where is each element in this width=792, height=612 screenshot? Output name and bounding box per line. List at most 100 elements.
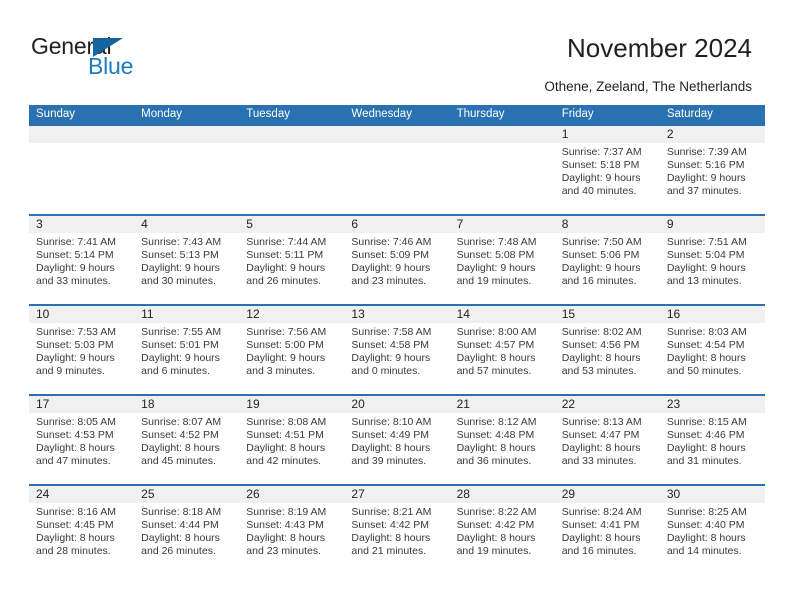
day-detail: Sunrise: 8:08 AM Sunset: 4:51 PM Dayligh… bbox=[246, 416, 340, 468]
calendar-day-cell[interactable] bbox=[344, 126, 449, 214]
daylight-text: Daylight: 8 hours and 16 minutes. bbox=[561, 532, 641, 557]
sunrise-text: Sunrise: 8:18 AM bbox=[141, 506, 222, 518]
sunset-text: Sunset: 5:09 PM bbox=[351, 249, 430, 261]
day-number: 24 bbox=[36, 487, 50, 501]
day-detail: Sunrise: 8:12 AM Sunset: 4:48 PM Dayligh… bbox=[457, 416, 551, 468]
weekday-header-friday: Friday bbox=[561, 108, 594, 120]
daylight-text: Daylight: 8 hours and 45 minutes. bbox=[141, 442, 220, 467]
sunset-text: Sunset: 4:42 PM bbox=[351, 519, 430, 531]
day-detail: Sunrise: 8:22 AM Sunset: 4:42 PM Dayligh… bbox=[457, 506, 551, 558]
calendar-day-cell[interactable]: 2 Sunrise: 7:39 AM Sunset: 5:16 PM Dayli… bbox=[660, 126, 765, 214]
calendar-day-cell[interactable]: 14 Sunrise: 8:00 AM Sunset: 4:57 PM Dayl… bbox=[450, 306, 555, 394]
day-detail: Sunrise: 7:58 AM Sunset: 4:58 PM Dayligh… bbox=[351, 326, 445, 378]
daylight-text: Daylight: 9 hours and 26 minutes. bbox=[246, 262, 326, 287]
sunrise-text: Sunrise: 8:07 AM bbox=[141, 416, 222, 428]
day-detail: Sunrise: 8:10 AM Sunset: 4:49 PM Dayligh… bbox=[351, 416, 445, 468]
calendar-day-cell[interactable]: 24 Sunrise: 8:16 AM Sunset: 4:45 PM Dayl… bbox=[29, 486, 134, 574]
sunset-text: Sunset: 4:57 PM bbox=[456, 339, 535, 351]
day-number: 29 bbox=[561, 487, 576, 501]
page-subtitle: Othene, Zeeland, The Netherlands bbox=[544, 79, 752, 94]
day-detail: Sunrise: 8:05 AM Sunset: 4:53 PM Dayligh… bbox=[36, 416, 130, 468]
day-number: 21 bbox=[456, 397, 470, 411]
daylight-text: Daylight: 9 hours and 37 minutes. bbox=[666, 172, 746, 197]
day-number: 19 bbox=[246, 397, 260, 411]
daylight-text: Daylight: 9 hours and 40 minutes. bbox=[561, 172, 641, 197]
calendar-day-cell[interactable]: 21 Sunrise: 8:12 AM Sunset: 4:48 PM Dayl… bbox=[450, 396, 555, 484]
daylight-text: Daylight: 8 hours and 21 minutes. bbox=[351, 532, 431, 557]
day-number: 26 bbox=[246, 487, 260, 501]
day-number: 4 bbox=[141, 217, 148, 231]
calendar-day-cell[interactable]: 6 Sunrise: 7:46 AM Sunset: 5:09 PM Dayli… bbox=[344, 216, 449, 304]
calendar-day-cell[interactable]: 29 Sunrise: 8:24 AM Sunset: 4:41 PM Dayl… bbox=[555, 486, 660, 574]
daylight-text: Daylight: 8 hours and 53 minutes. bbox=[561, 352, 641, 377]
calendar-day-cell[interactable]: 17 Sunrise: 8:05 AM Sunset: 4:53 PM Dayl… bbox=[29, 396, 134, 484]
day-number: 28 bbox=[456, 487, 470, 501]
daylight-text: Daylight: 9 hours and 23 minutes. bbox=[351, 262, 431, 287]
weekday-header-saturday: Saturday bbox=[666, 108, 713, 120]
calendar-day-cell[interactable]: 8 Sunrise: 7:50 AM Sunset: 5:06 PM Dayli… bbox=[555, 216, 660, 304]
calendar-day-cell[interactable]: 22 Sunrise: 8:13 AM Sunset: 4:47 PM Dayl… bbox=[555, 396, 660, 484]
calendar-day-cell[interactable]: 26 Sunrise: 8:19 AM Sunset: 4:43 PM Dayl… bbox=[239, 486, 344, 574]
daylight-text: Daylight: 9 hours and 9 minutes. bbox=[36, 352, 115, 377]
calendar-day-cell[interactable]: 9 Sunrise: 7:51 AM Sunset: 5:04 PM Dayli… bbox=[660, 216, 765, 304]
sunrise-text: Sunrise: 8:10 AM bbox=[351, 416, 432, 428]
calendar-day-cell[interactable]: 23 Sunrise: 8:15 AM Sunset: 4:46 PM Dayl… bbox=[660, 396, 765, 484]
calendar-day-cell[interactable]: 19 Sunrise: 8:08 AM Sunset: 4:51 PM Dayl… bbox=[239, 396, 344, 484]
day-detail: Sunrise: 8:21 AM Sunset: 4:42 PM Dayligh… bbox=[351, 506, 445, 558]
calendar-week-row: 1 Sunrise: 7:37 AM Sunset: 5:18 PM Dayli… bbox=[29, 124, 765, 214]
calendar-day-cell[interactable]: 16 Sunrise: 8:03 AM Sunset: 4:54 PM Dayl… bbox=[660, 306, 765, 394]
day-number bbox=[351, 126, 445, 143]
daylight-text: Daylight: 8 hours and 28 minutes. bbox=[36, 532, 115, 557]
calendar-day-cell[interactable]: 25 Sunrise: 8:18 AM Sunset: 4:44 PM Dayl… bbox=[134, 486, 239, 574]
sunset-text: Sunset: 4:53 PM bbox=[36, 429, 114, 441]
sunrise-text: Sunrise: 8:24 AM bbox=[561, 506, 642, 518]
calendar-day-cell[interactable]: 5 Sunrise: 7:44 AM Sunset: 5:11 PM Dayli… bbox=[239, 216, 344, 304]
calendar-day-cell[interactable]: 12 Sunrise: 7:56 AM Sunset: 5:00 PM Dayl… bbox=[239, 306, 344, 394]
day-detail: Sunrise: 7:51 AM Sunset: 5:04 PM Dayligh… bbox=[667, 236, 761, 288]
calendar-page: General Blue November 2024 Othene, Zeela… bbox=[0, 0, 792, 612]
calendar-day-cell[interactable]: 30 Sunrise: 8:25 AM Sunset: 4:40 PM Dayl… bbox=[660, 486, 765, 574]
calendar-day-cell[interactable]: 15 Sunrise: 8:02 AM Sunset: 4:56 PM Dayl… bbox=[555, 306, 660, 394]
calendar-day-cell[interactable] bbox=[450, 126, 555, 214]
calendar-day-cell[interactable]: 13 Sunrise: 7:58 AM Sunset: 4:58 PM Dayl… bbox=[344, 306, 449, 394]
sunrise-text: Sunrise: 8:22 AM bbox=[456, 506, 537, 518]
calendar-day-cell[interactable]: 18 Sunrise: 8:07 AM Sunset: 4:52 PM Dayl… bbox=[134, 396, 239, 484]
calendar-day-cell[interactable] bbox=[29, 126, 134, 214]
calendar-day-cell[interactable]: 10 Sunrise: 7:53 AM Sunset: 5:03 PM Dayl… bbox=[29, 306, 134, 394]
sunrise-text: Sunrise: 8:19 AM bbox=[246, 506, 327, 518]
sunset-text: Sunset: 4:58 PM bbox=[351, 339, 430, 351]
sunset-text: Sunset: 4:48 PM bbox=[456, 429, 535, 441]
sunset-text: Sunset: 4:43 PM bbox=[246, 519, 324, 531]
sunset-text: Sunset: 4:54 PM bbox=[666, 339, 745, 351]
sunset-text: Sunset: 4:41 PM bbox=[561, 519, 640, 531]
calendar-day-cell[interactable]: 27 Sunrise: 8:21 AM Sunset: 4:42 PM Dayl… bbox=[344, 486, 449, 574]
calendar-day-cell[interactable]: 7 Sunrise: 7:48 AM Sunset: 5:08 PM Dayli… bbox=[450, 216, 555, 304]
daylight-text: Daylight: 9 hours and 16 minutes. bbox=[561, 262, 641, 287]
sunrise-text: Sunrise: 8:12 AM bbox=[456, 416, 537, 428]
sunset-text: Sunset: 4:44 PM bbox=[141, 519, 219, 531]
daylight-text: Daylight: 8 hours and 50 minutes. bbox=[666, 352, 746, 377]
calendar-day-cell[interactable]: 4 Sunrise: 7:43 AM Sunset: 5:13 PM Dayli… bbox=[134, 216, 239, 304]
sunrise-text: Sunrise: 7:43 AM bbox=[141, 236, 222, 248]
calendar-day-cell[interactable]: 20 Sunrise: 8:10 AM Sunset: 4:49 PM Dayl… bbox=[344, 396, 449, 484]
daylight-text: Daylight: 8 hours and 19 minutes. bbox=[456, 532, 536, 557]
calendar-day-cell[interactable]: 28 Sunrise: 8:22 AM Sunset: 4:42 PM Dayl… bbox=[450, 486, 555, 574]
weekday-header-tuesday: Tuesday bbox=[246, 108, 290, 120]
day-number: 13 bbox=[351, 307, 365, 321]
calendar-day-cell[interactable] bbox=[239, 126, 344, 214]
calendar-day-cell[interactable]: 1 Sunrise: 7:37 AM Sunset: 5:18 PM Dayli… bbox=[555, 126, 660, 214]
sunset-text: Sunset: 5:13 PM bbox=[141, 249, 219, 261]
day-number bbox=[36, 126, 130, 143]
calendar-day-cell[interactable]: 11 Sunrise: 7:55 AM Sunset: 5:01 PM Dayl… bbox=[134, 306, 239, 394]
calendar-week-row: 17 Sunrise: 8:05 AM Sunset: 4:53 PM Dayl… bbox=[29, 394, 765, 484]
sunset-text: Sunset: 5:11 PM bbox=[246, 249, 324, 261]
calendar-day-cell[interactable]: 3 Sunrise: 7:41 AM Sunset: 5:14 PM Dayli… bbox=[29, 216, 134, 304]
sunrise-text: Sunrise: 7:50 AM bbox=[561, 236, 642, 248]
calendar-day-cell[interactable] bbox=[134, 126, 239, 214]
day-number: 16 bbox=[666, 307, 681, 321]
day-number: 22 bbox=[561, 397, 576, 411]
sunset-text: Sunset: 4:52 PM bbox=[141, 429, 219, 441]
day-detail: Sunrise: 7:43 AM Sunset: 5:13 PM Dayligh… bbox=[141, 236, 235, 288]
sunrise-text: Sunrise: 7:56 AM bbox=[246, 326, 327, 338]
sunrise-text: Sunrise: 8:16 AM bbox=[36, 506, 116, 518]
